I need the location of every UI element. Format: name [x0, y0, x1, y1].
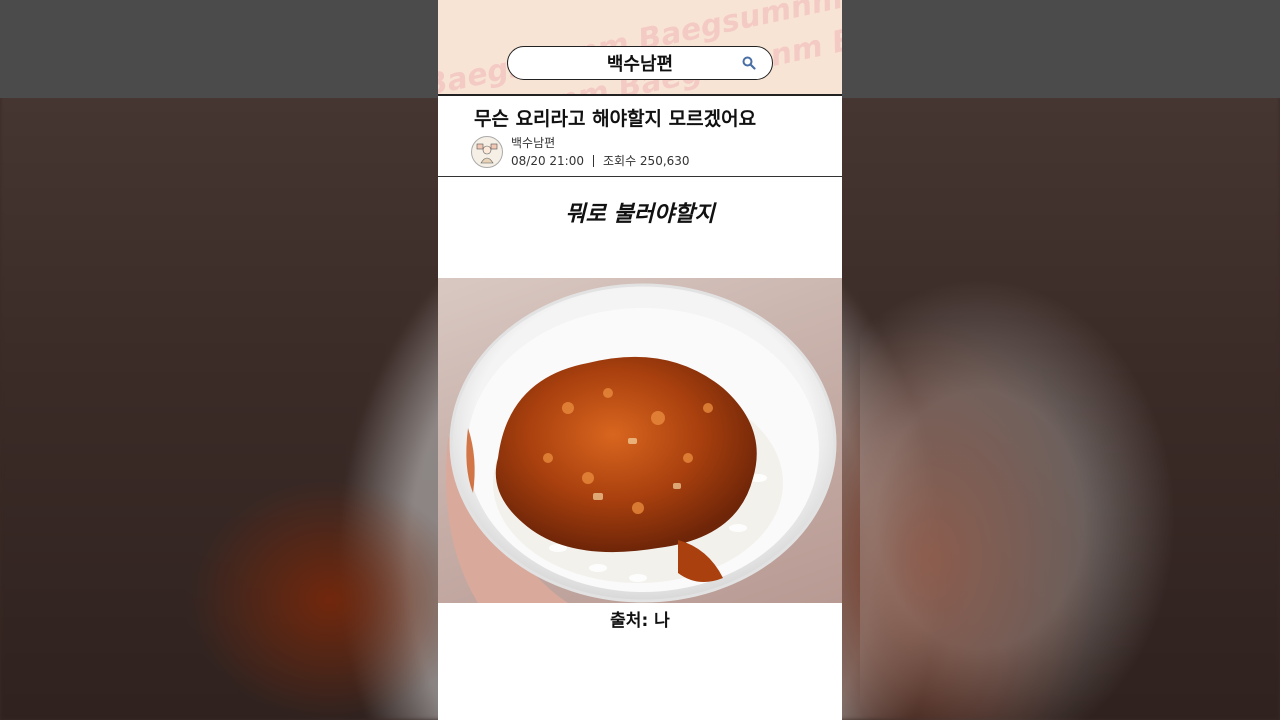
search-query: 백수남편: [606, 54, 674, 75]
search-bar[interactable]: 백수남편: [507, 46, 773, 80]
post-header: 무슨 요리라고 해야할지 모르겠어요 백수남편 08/20 21:00 조회수 …: [438, 96, 842, 177]
avatar-illustration-icon: [476, 143, 498, 164]
avatar[interactable]: [471, 136, 503, 168]
view-count: 조회수 250,630: [602, 154, 690, 168]
food-photo: [438, 278, 842, 603]
search-icon[interactable]: [742, 56, 756, 70]
food-illustration: [446, 283, 837, 603]
post-title: 무슨 요리라고 해야할지 모르겠어요: [474, 108, 757, 130]
author-name[interactable]: 백수남편: [511, 134, 555, 151]
app-header: Baegsumnm Baegsumnm Baegsumnm Baegsumnm …: [438, 0, 842, 96]
post-datetime: 08/20 21:00: [511, 153, 584, 168]
background-bowl-blur: [860, 0, 1280, 720]
post-caption: 뭐로 불러야할지: [565, 202, 715, 227]
post-card: Baegsumnm Baegsumnm Baegsumnm Baegsumnm …: [438, 0, 842, 720]
post-meta: 08/20 21:00 조회수 250,630: [511, 152, 690, 169]
source-credit: 출처: 나: [610, 611, 670, 631]
meta-divider: [592, 154, 594, 167]
